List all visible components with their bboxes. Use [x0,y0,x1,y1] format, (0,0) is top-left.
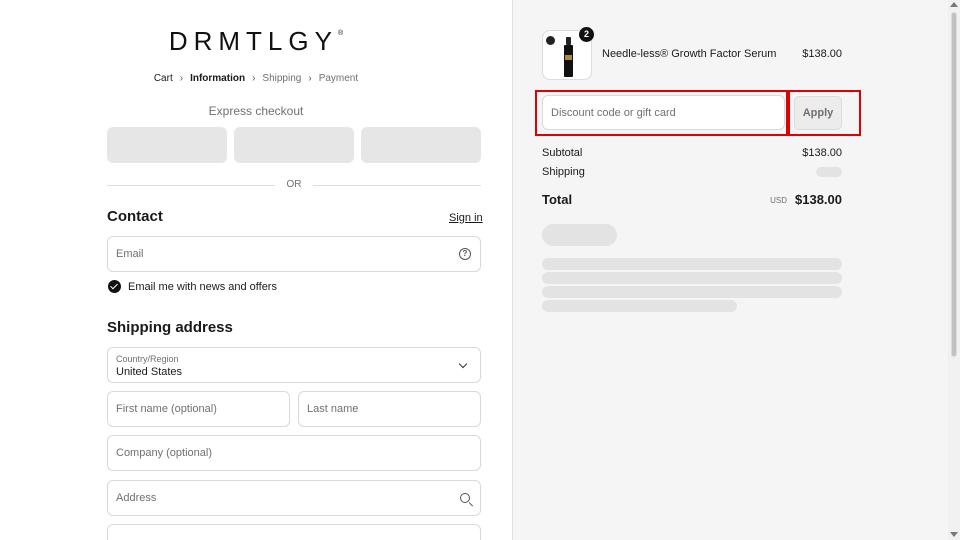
bottle-body [564,45,573,77]
express-pay-button-2[interactable] [234,127,354,163]
address-field[interactable]: Address [107,480,481,516]
skeleton-pill [542,224,617,246]
subtotal-value: $138.00 [802,147,842,159]
email-placeholder: Email [116,248,144,260]
sign-in-link[interactable]: Sign in [449,212,483,224]
company-placeholder: Company (optional) [116,447,212,459]
last-name-field[interactable]: Last name [298,391,481,427]
breadcrumb-payment: Payment [318,73,359,84]
help-icon[interactable]: ? [459,248,471,260]
express-checkout-label: Express checkout [208,104,304,118]
first-name-placeholder: First name (optional) [116,403,217,415]
page-scrollbar[interactable] [948,0,960,540]
address-placeholder: Address [116,492,157,504]
skeleton-line-4 [542,300,737,312]
breadcrumb-shipping: Shipping [262,73,302,84]
breadcrumb-information: Information [190,73,246,84]
newsletter-label[interactable]: Email me with news and offers [128,281,277,293]
company-field[interactable]: Company (optional) [107,435,481,471]
chevron-right-icon: › [252,73,256,84]
scroll-down-arrow-icon[interactable] [950,532,958,537]
product-cap-image [546,36,555,45]
breadcrumb: Cart › Information › Shipping › Payment [0,73,512,84]
total-row: Total USD $138.00 [542,192,842,207]
shipping-address-heading: Shipping address [107,319,233,336]
logo-registered-mark: ® [337,30,344,37]
express-pay-button-1[interactable] [107,127,227,163]
chevron-down-icon [458,359,468,369]
checkout-form-panel: DRMTLGY® Cart › Information › Shipping ›… [0,0,512,540]
skeleton-line-2 [542,272,842,284]
quantity-badge: 2 [579,27,594,42]
bottle-cap [566,37,571,45]
first-name-field[interactable]: First name (optional) [107,391,290,427]
logo-text: DRMTLGY [168,26,338,56]
skeleton-line-3 [542,286,842,298]
divider-line-right [313,185,481,186]
total-value: $138.00 [795,192,842,207]
newsletter-checkbox[interactable] [108,280,121,293]
country-label: Country/Region [116,354,179,364]
last-name-placeholder: Last name [307,403,359,415]
or-divider: OR [107,178,481,192]
scrollbar-thumb[interactable] [951,12,957,357]
order-summary-panel [512,0,948,540]
skeleton-line-1 [542,258,842,270]
contact-heading: Contact [107,208,163,225]
chevron-right-icon: › [179,73,184,84]
email-field[interactable]: Email ? [107,236,481,272]
scroll-up-arrow-icon[interactable] [950,2,958,7]
search-icon [460,493,470,503]
discount-placeholder: Discount code or gift card [551,107,676,119]
product-name: Needle-less® Growth Factor Serum [602,48,777,60]
country-value: United States [116,366,183,378]
subtotal-row: Subtotal $138.00 [542,147,842,159]
express-pay-button-3[interactable] [361,127,481,163]
shipping-row: Shipping [542,166,842,178]
discount-code-input[interactable]: Discount code or gift card [542,95,785,130]
total-label: Total [542,192,573,207]
shipping-loading-pill [816,167,842,177]
breadcrumb-cart[interactable]: Cart [154,73,173,84]
apartment-field[interactable] [107,524,481,540]
serum-bottle-image [564,37,573,77]
shipping-label: Shipping [542,166,585,178]
apply-button[interactable]: Apply [794,96,842,130]
chevron-right-icon: › [308,73,312,84]
country-select[interactable]: Country/Region United States [107,347,481,383]
subtotal-label: Subtotal [542,147,583,159]
product-price: $138.00 [802,48,842,60]
total-currency: USD [770,196,787,205]
bottle-label [565,55,572,60]
brand-logo[interactable]: DRMTLGY® [0,26,512,57]
